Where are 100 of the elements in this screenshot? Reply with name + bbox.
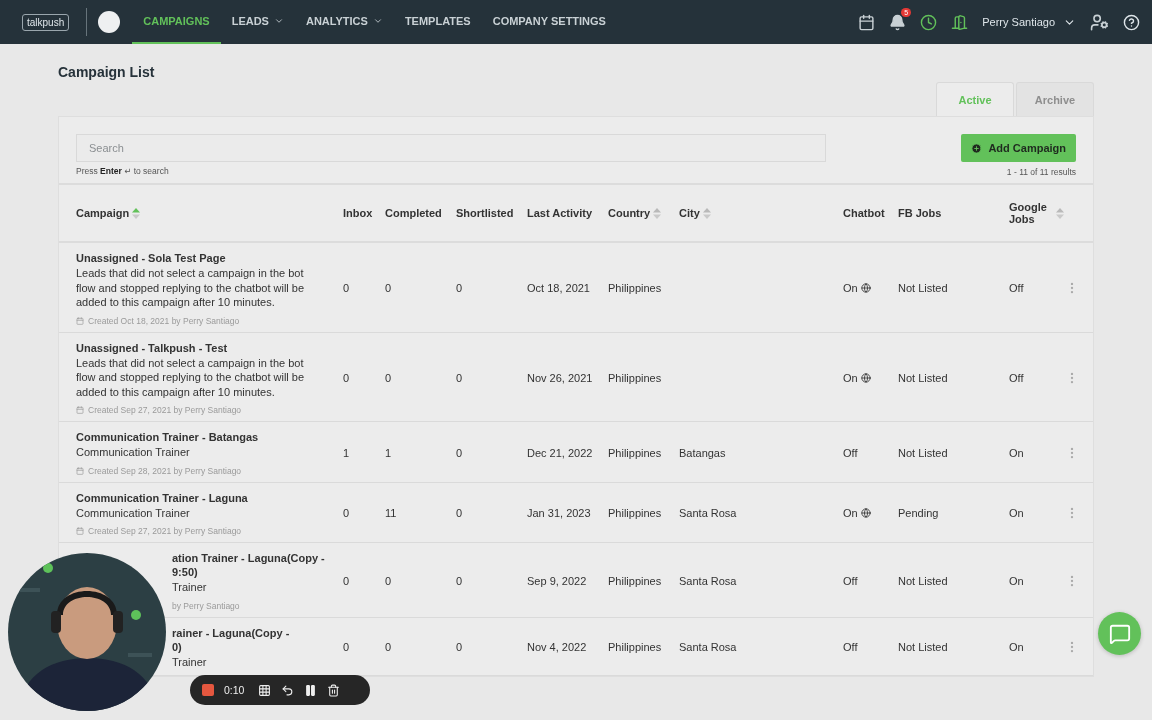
campaign-title[interactable]: Unassigned - Talkpush - Test [76, 340, 343, 355]
calendar-icon [76, 406, 84, 414]
table-cell: Off [843, 641, 858, 654]
results-count: 1 - 11 of 11 results [1006, 167, 1076, 177]
created-info: Created Oct 18, 2021 by Perry Santiago [88, 315, 240, 326]
table-cell-text: Philippines [608, 371, 663, 384]
table-cell-text: Nov 4, 2022 [527, 641, 588, 654]
user-menu[interactable]: Perry Santiago [982, 15, 1076, 29]
search-hint: Press Enter ↵ to search [76, 166, 170, 176]
trash-icon[interactable] [327, 683, 341, 697]
created-info: Created Sep 28, 2021 by Perry Santiago [88, 465, 242, 476]
table-cell-text: 0 [385, 371, 393, 384]
table-cell-text: Pending [898, 507, 940, 520]
campaign-title[interactable]: Communication Trainer - Laguna [76, 490, 343, 505]
table-cell-text: Jan 31, 2023 [527, 507, 592, 520]
table-cell-text: 0 [456, 446, 464, 459]
sort-icon[interactable] [702, 207, 711, 219]
table-cell-text: 0 [385, 574, 393, 587]
table-cell-text: Santa Rosa [679, 641, 738, 654]
table-cell-text: Philippines [608, 507, 663, 520]
help-icon[interactable] [1123, 13, 1140, 31]
table-cell: On [843, 282, 858, 295]
column-header: City [679, 207, 700, 219]
campaign-description: Communication Trainer [76, 505, 191, 520]
pause-icon[interactable] [304, 683, 318, 697]
table-cell-text: Philippines [608, 574, 663, 587]
created-info: by Perry Santiago [172, 600, 240, 611]
column-header: Country [608, 207, 651, 219]
column-header: Completed [385, 207, 442, 219]
campaign-title[interactable]: Unassigned - Sola Test Page [76, 251, 343, 265]
column-header: Campaign [76, 207, 130, 219]
user-settings-icon[interactable] [1090, 12, 1109, 32]
column-header: Google Jobs [1009, 201, 1048, 225]
table-cell-text: Not Listed [898, 641, 949, 654]
sort-icon[interactable] [653, 207, 662, 219]
bell-icon[interactable] [889, 13, 907, 31]
campaign-description: Leads that did not select a campaign in the bot flow and stopped replying to the chatbot will be added to this campaign after 10 minutes. [76, 266, 306, 310]
table-cell: Off [843, 574, 858, 587]
chat-icon [1108, 622, 1131, 645]
table-cell-text: Not Listed [898, 282, 949, 295]
table-cell-text: Sep 9, 2022 [527, 574, 588, 587]
campaign-description: Trainer [172, 654, 208, 669]
stop-button[interactable] [202, 684, 214, 696]
campaign-title[interactable]: ation Trainer - Laguna(Copy - 9:50) [172, 551, 343, 579]
column-header: Inbox [343, 207, 373, 219]
table-cell-text: 0 [343, 507, 351, 520]
table-cell-text: 0 [456, 574, 464, 587]
table-cell-text: 0 [456, 371, 464, 384]
nav-item[interactable]: CAMPAIGNS [132, 0, 221, 44]
campaign-title[interactable]: Communication Trainer - Batangas [76, 430, 343, 444]
column-header: Last Activity [527, 207, 592, 219]
table-cell-text: Santa Rosa [679, 574, 738, 587]
door-icon[interactable] [951, 13, 969, 31]
chat-button[interactable] [1098, 612, 1141, 655]
clock-icon[interactable] [920, 13, 938, 31]
campaign-description: Leads that did not select a campaign in the bot flow and stopped replying to the chatbot will be added to this campaign after 10 minutes. [76, 355, 306, 399]
table-cell-text: Oct 18, 2021 [527, 282, 591, 295]
table-cell-text: 0 [456, 282, 464, 295]
table-cell-text: 0 [343, 641, 351, 654]
table-cell-text: Off [1009, 282, 1025, 295]
table-cell-text: 0 [343, 574, 351, 587]
table-cell-text: Philippines [608, 282, 663, 295]
table-cell-text: On [1009, 574, 1025, 587]
table-cell-text: On [1009, 446, 1025, 459]
table-cell-text: On [1009, 641, 1025, 654]
plus-icon [971, 142, 983, 154]
page-title: Campaign List [58, 64, 156, 80]
company-avatar[interactable] [98, 11, 121, 33]
sort-icon[interactable] [1056, 207, 1064, 219]
calendar-icon [76, 316, 84, 325]
table-cell-text: On [1009, 507, 1025, 520]
table-cell-text: Philippines [608, 446, 663, 459]
table-cell-text: Batangas [679, 446, 727, 459]
campaign-description: Communication Trainer [76, 445, 191, 460]
campaign-description: Trainer [172, 580, 208, 595]
campaign-title[interactable]: rainer - Laguna(Copy - 0) [172, 625, 343, 654]
table-cell-text: 1 [385, 446, 393, 459]
nav-item[interactable]: ANALYTICS [294, 0, 394, 44]
column-header: Chatbot [843, 207, 885, 219]
table-cell-text: Santa Rosa [679, 507, 738, 520]
logo[interactable]: talkpush [22, 13, 70, 31]
table-cell-text: 0 [456, 641, 464, 654]
table-cell-text: 0 [343, 371, 351, 384]
nav-item[interactable]: TEMPLATES [393, 0, 482, 44]
calendar-icon[interactable] [858, 13, 876, 31]
table-cell: On [843, 507, 858, 520]
table-cell-text: Philippines [608, 641, 663, 654]
table-cell-text: 0 [385, 641, 393, 654]
sort-icon[interactable] [132, 207, 141, 219]
search-field[interactable]: Search [76, 134, 826, 162]
grid-icon[interactable] [258, 683, 272, 697]
undo-icon[interactable] [281, 683, 295, 697]
nav-item[interactable]: COMPANY SETTINGS [481, 0, 617, 44]
table-cell-text: Not Listed [898, 574, 949, 587]
nav-item[interactable]: LEADS [220, 0, 295, 44]
add-campaign-button[interactable]: Add Campaign [961, 134, 1076, 162]
table-cell-text: Not Listed [898, 371, 949, 384]
table-cell-text: 0 [385, 282, 393, 295]
table-cell-text: 0 [343, 282, 351, 295]
recording-time: 0:10 [224, 684, 245, 696]
